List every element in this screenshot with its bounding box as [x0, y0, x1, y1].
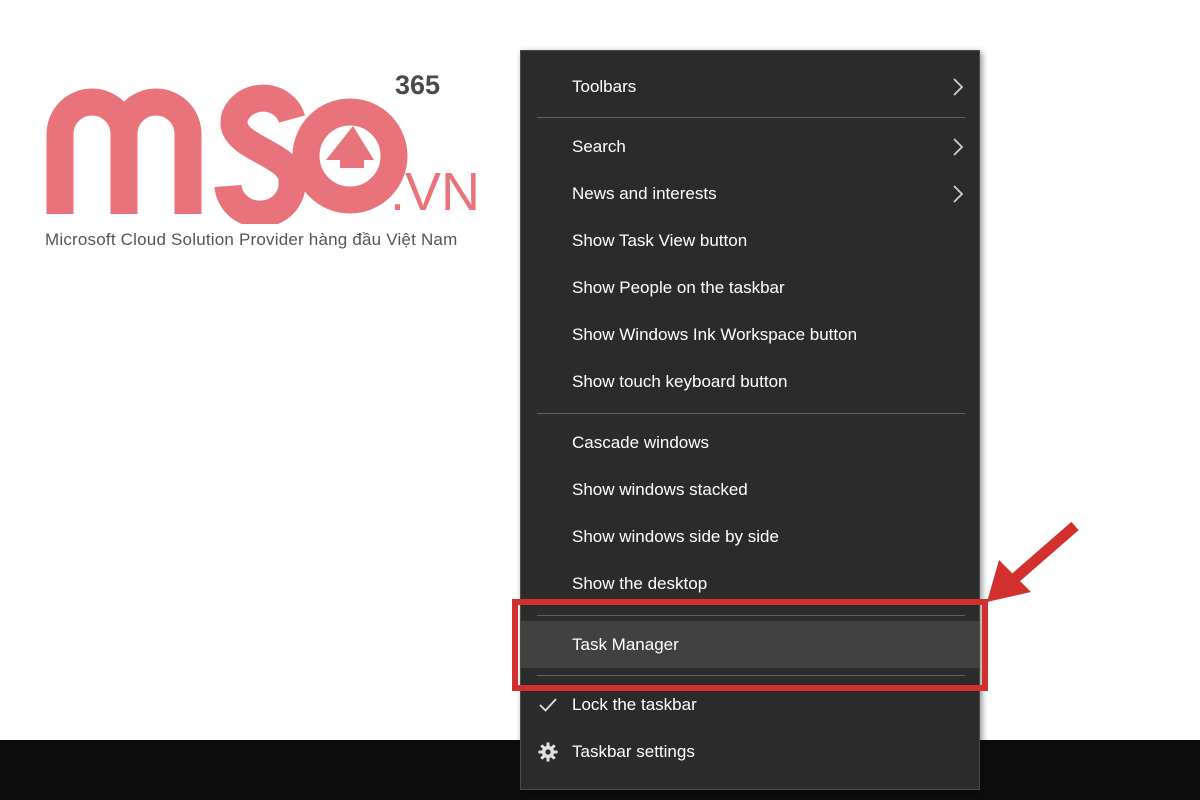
menu-item-show-windows-stacked[interactable]: Show windows stacked — [521, 466, 979, 513]
menu-item-label: Toolbars — [572, 77, 637, 96]
menu-item-label: Show windows side by side — [572, 527, 779, 546]
menu-item-show-windows-side-by-side[interactable]: Show windows side by side — [521, 513, 979, 560]
menu-separator — [537, 117, 965, 118]
menu-item-show-task-view-button[interactable]: Show Task View button — [521, 217, 979, 264]
logo-suffix: .VN — [390, 162, 480, 222]
menu-item-label: Show People on the taskbar — [572, 278, 785, 297]
menu-item-label: Show touch keyboard button — [572, 372, 788, 391]
screenshot-stage: 365 .VN Microsoft Cloud Solution Provide… — [0, 0, 1200, 800]
chevron-right-icon — [953, 185, 964, 203]
mso-logo-mark: 365 .VN — [46, 70, 480, 224]
menu-item-toolbars[interactable]: Toolbars — [521, 63, 979, 110]
gear-icon — [538, 742, 558, 762]
menu-item-show-windows-ink[interactable]: Show Windows Ink Workspace button — [521, 311, 979, 358]
menu-item-label: Cascade windows — [572, 433, 710, 452]
menu-item-label: Search — [572, 137, 626, 156]
chevron-right-icon — [953, 78, 964, 96]
chevron-right-icon — [953, 138, 964, 156]
menu-item-show-people[interactable]: Show People on the taskbar — [521, 264, 979, 311]
menu-separator — [537, 413, 965, 414]
logo-tagline: Microsoft Cloud Solution Provider hàng đ… — [45, 230, 458, 249]
menu-item-news-and-interests[interactable]: News and interests — [521, 170, 979, 217]
logo-superscript: 365 — [395, 70, 440, 100]
menu-item-taskbar-settings[interactable]: Taskbar settings — [521, 728, 979, 775]
menu-item-label: Taskbar settings — [572, 742, 695, 761]
red-arrow-icon — [987, 521, 1079, 602]
menu-item-search[interactable]: Search — [521, 123, 979, 170]
mso-logo: 365 .VN Microsoft Cloud Solution Provide… — [30, 64, 500, 254]
task-manager-highlight-box — [512, 599, 988, 691]
menu-item-label: Show Windows Ink Workspace button — [572, 325, 858, 344]
menu-item-label: Show windows stacked — [572, 480, 748, 499]
menu-item-label: News and interests — [572, 184, 717, 203]
menu-item-label: Show Task View button — [572, 231, 748, 250]
menu-item-show-touch-keyboard[interactable]: Show touch keyboard button — [521, 358, 979, 405]
menu-item-cascade-windows[interactable]: Cascade windows — [521, 419, 979, 466]
check-icon — [539, 698, 557, 712]
